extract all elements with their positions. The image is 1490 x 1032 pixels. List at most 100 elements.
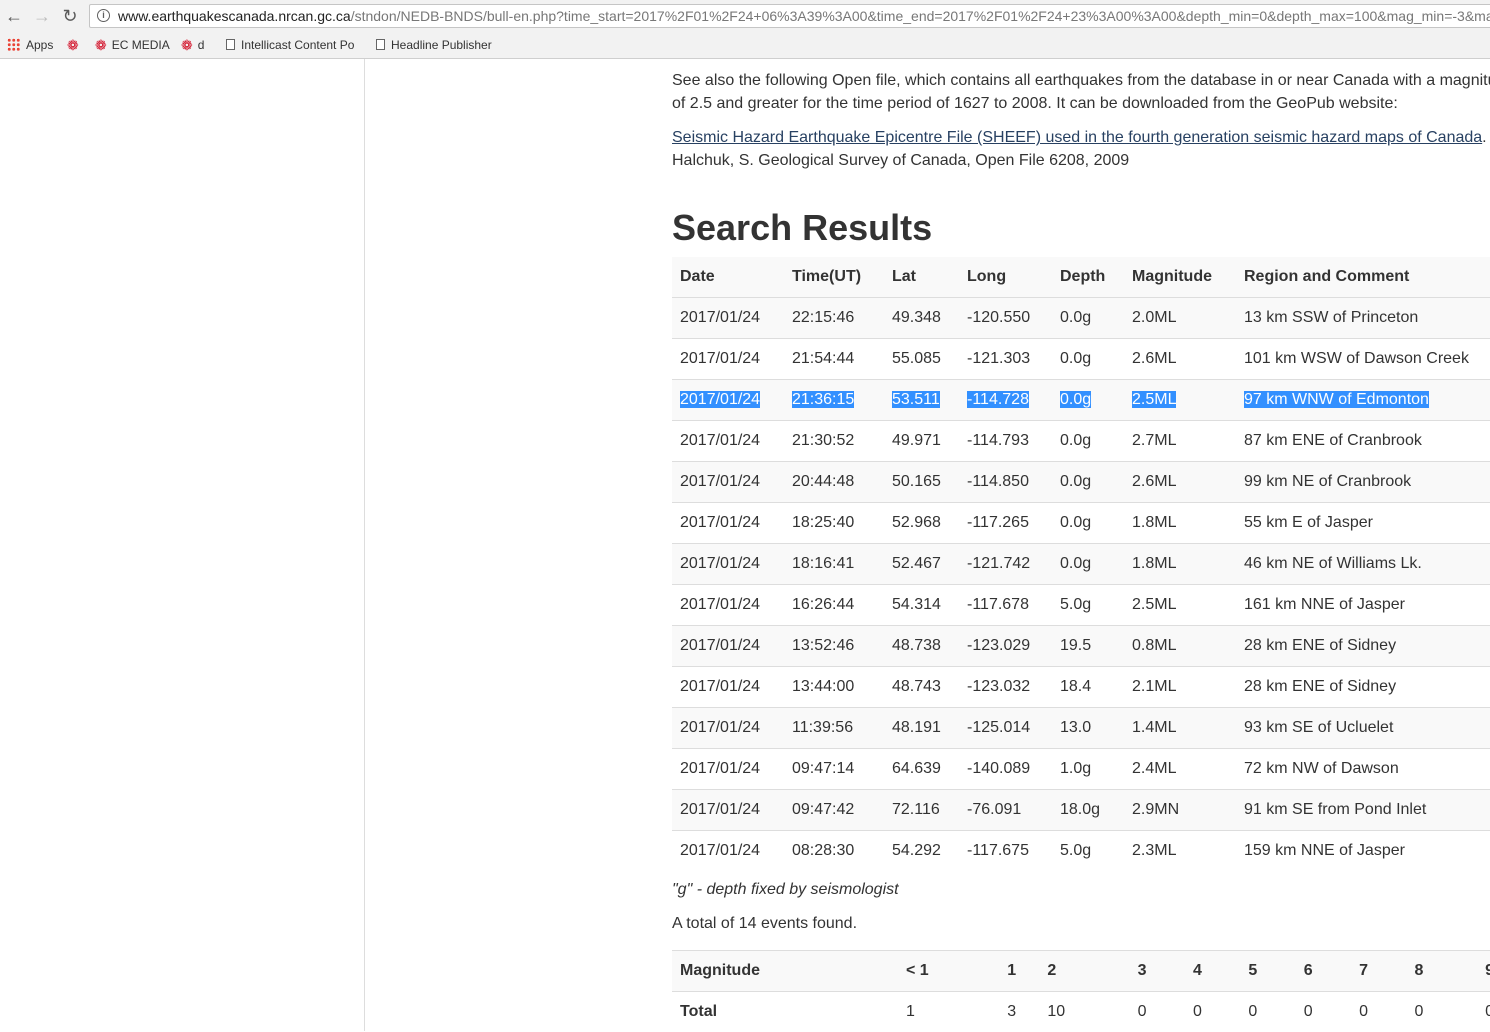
cell-text: 18:25:40 [792,514,854,531]
events-total: A total of 14 events found. [672,915,857,933]
cell-text: 19.5 [1060,637,1091,654]
bookmark-label: EC MEDIA [112,38,170,52]
table-cell: -114.850 [959,462,1052,503]
table-cell: 99 km NE of Cranbrook [1236,462,1490,503]
cell-text: 2017/01/24 [680,596,760,613]
magnitude-total-row: Total13100000000 [672,992,1490,1032]
cell-text: 1.8ML [1132,514,1176,531]
cell-text: 11:39:56 [792,719,853,736]
table-cell: 49.971 [884,421,959,462]
cell-text: 28 km ENE of Sidney [1244,678,1396,695]
bookmark-label: d [198,38,205,52]
reload-icon[interactable]: ↻ [59,5,81,27]
table-cell: 2017/01/24 [672,626,784,667]
cell-text: 2.0ML [1132,309,1176,326]
table-row: 2017/01/2409:47:1464.639-140.0891.0g2.4M… [672,749,1490,790]
bookmark-intellicast[interactable]: Intellicast Content Po [226,37,360,54]
cell-text: 48.743 [892,678,941,695]
magnitude-bin-total: 10 [1039,992,1114,1032]
cell-text: 99 km NE of Cranbrook [1244,473,1411,490]
table-row: 2017/01/2408:28:3054.292-117.6755.0g2.3M… [672,831,1490,872]
bookmark-apps[interactable]: Apps [7,37,53,54]
table-cell: 18.4 [1052,667,1124,708]
magnitude-bin-header: 1 [984,951,1039,992]
cell-text: 21:30:52 [792,432,854,449]
magnitude-bin-header: 6 [1281,951,1336,992]
cell-text: 48.191 [892,719,941,736]
table-cell: 21:36:15 [784,380,884,421]
bookmark-maple-leaf[interactable]: ❁ [67,37,84,54]
table-cell: 49.348 [884,298,959,339]
table-cell: 2017/01/24 [672,462,784,503]
table-cell: -125.014 [959,708,1052,749]
magnitude-bin-total: 0 [1336,992,1391,1032]
intro-line-2: of 2.5 and greater for the time period o… [672,92,1398,115]
bookmark-d[interactable]: ❁d [181,37,204,54]
forward-arrow-icon[interactable]: → [31,5,53,27]
table-cell: 13:44:00 [784,667,884,708]
back-arrow-icon[interactable]: ← [3,5,25,27]
table-row: 2017/01/24 16:26:44 54.314 -117.678 5.0g 2.5M… [672,585,1490,626]
cell-text: 2.5ML [1132,596,1176,613]
table-cell: 52.467 [884,544,959,585]
url-path: /stndon/NEDB-BNDS/bull-en.php?time_start… [351,8,1490,24]
cell-text: 5.0g [1060,842,1091,859]
table-cell: 50.165 [884,462,959,503]
cell-text: 54.292 [892,842,941,859]
cell-text: 64.639 [892,760,941,777]
cell-text: 16:26:44 [792,596,854,613]
table-cell: 2.3ML [1124,831,1236,872]
cell-text: 87 km ENE of Cranbrook [1244,432,1422,449]
table-cell: 13:52:46 [784,626,884,667]
table-cell: 09:47:42 [784,790,884,831]
cell-text: -117.678 [967,596,1029,613]
cell-text: -140.089 [967,760,1030,777]
table-row: 2017/01/2421:30:5249.971-114.7930.0g2.7M… [672,421,1490,462]
table-cell: 5.0g [1052,831,1124,872]
cell-text: 5.0g [1060,596,1091,613]
cell-text: -76.091 [967,801,1021,818]
total-label: Total [672,992,898,1032]
magnitude-table: Magnitude< 1123456789 Total13100000000 [672,950,1490,1032]
cell-text: 49.971 [892,432,941,449]
magnitude-bin-total: 0 [1447,992,1490,1032]
search-results-heading: Search Results [672,207,932,249]
cell-text: 18.0g [1060,801,1100,818]
cell-text: 18.4 [1060,678,1091,695]
bookmark-ec-media[interactable]: ❁EC MEDIA [95,37,170,54]
info-icon[interactable]: i [97,9,110,22]
bookmark-headline-publisher[interactable]: Headline Publisher [376,37,492,54]
table-cell: 21:54:44 [784,339,884,380]
magnitude-header-row: Magnitude< 1123456789 [672,951,1490,992]
table-cell: -76.091 [959,790,1052,831]
cell-text: 2.5ML [1132,391,1176,408]
cell-text: 50.165 [892,473,941,490]
cell-text: 1.8ML [1132,555,1176,572]
cell-text: 2017/01/24 [680,350,760,367]
table-cell: -121.742 [959,544,1052,585]
cell-text: 2.9MN [1132,801,1179,818]
maple-leaf-icon: ❁ [67,37,79,54]
url-text[interactable]: www.earthquakescanada.nrcan.gc.ca/stndon… [118,8,1490,24]
column-header: Region and Comment [1236,257,1490,298]
table-cell: 2017/01/24 [672,667,784,708]
magnitude-bin-header: 7 [1336,951,1391,992]
cell-text: 0.0g [1060,309,1091,326]
cell-text: 2017/01/24 [680,801,760,818]
table-cell: -117.675 [959,831,1052,872]
table-cell: 0.0g [1052,339,1124,380]
cell-text: 52.968 [892,514,941,531]
cell-text: -120.550 [967,309,1030,326]
table-cell: 19.5 [1052,626,1124,667]
table-cell: 0.0g [1052,462,1124,503]
cell-text: 54.314 [892,596,941,613]
table-cell: 2017/01/24 [672,503,784,544]
cell-text: -123.029 [967,637,1030,654]
sidebar-divider [364,59,365,1031]
sheef-link[interactable]: Seismic Hazard Earthquake Epicentre File… [672,129,1482,146]
address-bar[interactable]: i www.earthquakescanada.nrcan.gc.ca/stnd… [89,4,1490,28]
table-cell: 53.511 [884,380,959,421]
table-cell: 2.4ML [1124,749,1236,790]
table-cell: 13 km SSW of Princeton [1236,298,1490,339]
table-cell: 22:15:46 [784,298,884,339]
